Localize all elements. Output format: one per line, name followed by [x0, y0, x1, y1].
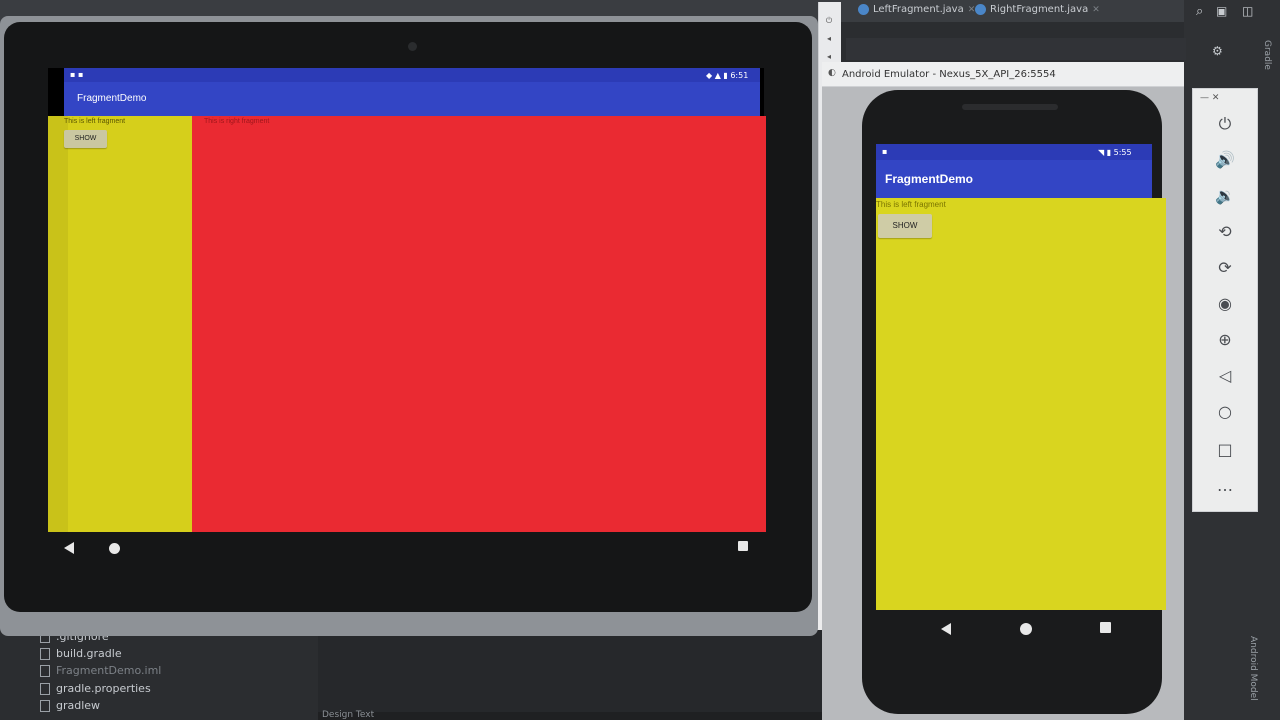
editor-bottom-tabs: [318, 712, 848, 720]
zoom-icon[interactable]: ⊕: [1212, 328, 1238, 352]
right-fragment: [192, 116, 766, 532]
android-model-side-tab[interactable]: Android Model: [1248, 636, 1258, 701]
home-icon[interactable]: ○: [1212, 400, 1238, 424]
rotate-left-icon[interactable]: ⟲: [1212, 220, 1238, 244]
tree-item[interactable]: FragmentDemo.iml: [40, 664, 161, 677]
right-fragment-label: This is right fragment: [204, 118, 270, 125]
tree-item[interactable]: gradle.properties: [40, 682, 151, 695]
left-fragment: [48, 116, 196, 532]
gradle-file-icon: [40, 647, 50, 660]
rotate-right-icon[interactable]: ⟳: [1212, 256, 1238, 280]
back-icon[interactable]: ◁: [1212, 364, 1238, 388]
power-icon[interactable]: ⏻: [824, 16, 834, 26]
status-time: ◥ ▮ 5:55: [1098, 148, 1132, 157]
tree-item-label: FragmentDemo.iml: [56, 664, 162, 677]
tree-item-label: gradle.properties: [56, 682, 151, 695]
left-fragment-shade: [48, 116, 68, 532]
overview-icon[interactable]: [738, 541, 748, 551]
left-fragment-label: This is left fragment: [876, 200, 946, 209]
back-icon[interactable]: [64, 542, 74, 554]
left-fragment-label: This is left fragment: [64, 118, 126, 125]
tablet-app-bar: [64, 82, 760, 116]
notification-icons: ▪ ▪: [70, 70, 84, 79]
phone-speaker: [962, 104, 1058, 110]
back-icon[interactable]: [941, 623, 951, 635]
left-fragment: [876, 198, 1166, 610]
more-icon[interactable]: …: [1212, 474, 1238, 498]
app-title: FragmentDemo: [77, 93, 147, 104]
iml-file-icon: [40, 664, 50, 677]
gear-icon[interactable]: ⚙: [1212, 44, 1223, 58]
app-title: FragmentDemo: [885, 172, 974, 186]
tree-item-label: gradlew: [56, 699, 101, 712]
gradle-side-tab[interactable]: Gradle: [1262, 40, 1272, 70]
layout-icon[interactable]: ◫: [1242, 4, 1258, 20]
tab-label: RightFragment.java: [990, 4, 1089, 15]
properties-file-icon: [40, 682, 50, 695]
volume-up-icon[interactable]: 🔊: [1212, 148, 1238, 172]
tree-item[interactable]: build.gradle: [40, 647, 122, 660]
camera-lens: [408, 42, 417, 51]
home-icon[interactable]: [1020, 623, 1032, 635]
tab-right-fragment[interactable]: RightFragment.java ✕: [975, 4, 1100, 15]
volume-down-icon[interactable]: ◂: [824, 52, 834, 62]
file-icon: [40, 699, 50, 712]
power-icon[interactable]: ⏻: [1212, 112, 1238, 136]
window-controls[interactable]: — ✕: [1200, 93, 1219, 103]
volume-up-icon[interactable]: ◂: [824, 34, 834, 44]
show-button[interactable]: SHOW: [64, 130, 107, 148]
overview-icon[interactable]: [1100, 622, 1111, 633]
tablet-status-bar: [64, 68, 760, 82]
volume-down-icon[interactable]: 🔉: [1212, 184, 1238, 208]
search-icon[interactable]: ⌕: [1196, 4, 1212, 20]
tree-item[interactable]: gradlew: [40, 699, 100, 712]
java-class-icon: [975, 4, 986, 15]
status-time: ◆ ▲ ▮ 6:51: [706, 71, 749, 80]
editor-tab-bar: [846, 38, 1186, 60]
tab-left-fragment[interactable]: LeftFragment.java ✕: [858, 4, 975, 15]
camera-icon[interactable]: ◉: [1212, 292, 1238, 316]
window-title: Android Emulator - Nexus_5X_API_26:5554: [842, 69, 1056, 80]
home-icon[interactable]: [109, 543, 120, 554]
editor-area: [318, 630, 848, 720]
show-button[interactable]: SHOW: [878, 214, 932, 238]
overview-icon[interactable]: □: [1212, 438, 1238, 462]
design-text-tabs[interactable]: Design Text: [322, 710, 374, 720]
emulator-icon: ◐: [828, 68, 836, 78]
close-icon[interactable]: ✕: [1092, 5, 1100, 15]
java-class-icon: [858, 4, 869, 15]
split-view-icon[interactable]: ▣: [1216, 4, 1232, 20]
notification-icons: ▪: [882, 147, 888, 156]
tab-label: LeftFragment.java: [873, 4, 964, 15]
tree-item-label: build.gradle: [56, 647, 122, 660]
